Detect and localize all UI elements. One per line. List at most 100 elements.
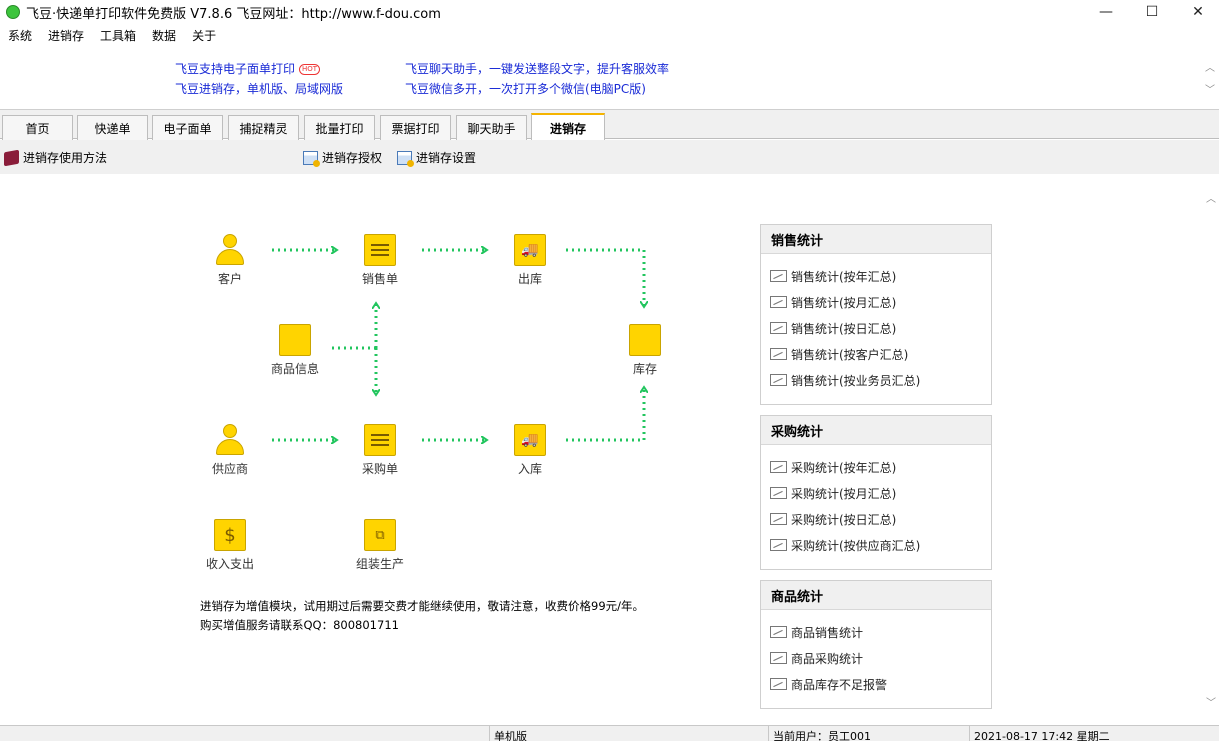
menu-inventory[interactable]: 进销存: [40, 27, 92, 44]
toolbar: 进销存使用方法 进销存授权 进销存设置: [0, 140, 1219, 174]
app-logo-icon: [6, 5, 20, 19]
sales-stat-salesperson[interactable]: 销售统计(按业务员汇总): [761, 367, 991, 393]
close-button[interactable]: ✕: [1175, 0, 1219, 24]
sales-stats-panel: 销售统计 销售统计(按年汇总) 销售统计(按月汇总) 销售统计(按日汇总) 销售…: [760, 224, 992, 405]
inventory-label: 库存: [632, 362, 657, 376]
node-customer[interactable]: 客户: [185, 234, 275, 287]
supplier-icon: [214, 424, 246, 456]
status-datetime: 2021-08-17 17:42 星期二: [969, 726, 1219, 741]
ad-link-chat[interactable]: 飞豆聊天助手，一键发送整段文字，提升客服效率: [405, 60, 669, 77]
tab-home[interactable]: 首页: [2, 115, 73, 140]
sales-stat-yearly[interactable]: 销售统计(按年汇总): [761, 263, 991, 289]
contact-notice: 购买增值服务请联系QQ：800801711: [200, 618, 399, 632]
book-icon: [4, 149, 19, 166]
purchase-order-label: 采购单: [361, 462, 398, 476]
chart-icon: [770, 461, 787, 473]
product-box-icon: [279, 324, 311, 356]
guide-button[interactable]: 进销存使用方法: [4, 149, 107, 166]
assembly-icon: ⧉: [364, 519, 396, 551]
sales-order-icon: [364, 234, 396, 266]
chart-icon: [770, 487, 787, 499]
node-income-expense[interactable]: $ 收入支出: [185, 519, 275, 572]
window-title: 飞豆·快递单打印软件免费版 V7.8.6 飞豆网址：http://www.f-d…: [26, 6, 441, 22]
ad-banner: 飞豆支持电子面单打印 HOT 飞豆进销存，单机版、局域网版 飞豆聊天助手，一键发送…: [0, 47, 1219, 109]
menu-toolbox[interactable]: 工具箱: [92, 27, 144, 44]
node-inventory[interactable]: 库存: [600, 324, 690, 377]
chart-icon: [770, 296, 787, 308]
customer-icon: [214, 234, 246, 266]
ad-scroll-down-icon[interactable]: ﹀: [1203, 81, 1217, 96]
tab-express[interactable]: 快递单: [77, 115, 148, 140]
main-panel: 客户 销售单 🚚 出库 商品信息 库存 供应商 采购单 🚚 入库 $ 收入支出 …: [0, 174, 1201, 725]
node-purchase-order[interactable]: 采购单: [335, 424, 425, 477]
hot-badge: HOT: [299, 64, 321, 75]
purchase-stat-daily[interactable]: 采购统计(按日汇总): [761, 506, 991, 532]
product-stats-title: 商品统计: [761, 581, 991, 610]
chart-icon: [770, 322, 787, 334]
menu-data[interactable]: 数据: [144, 27, 184, 44]
scroll-down-icon[interactable]: ﹀: [1203, 694, 1219, 709]
tab-chat-helper[interactable]: 聊天助手: [456, 115, 527, 140]
scroll-up-icon[interactable]: ︿: [1203, 190, 1219, 205]
status-bar: 单机版 当前用户：员工001 2021-08-17 17:42 星期二: [0, 725, 1219, 741]
chart-icon: [770, 626, 787, 638]
chart-icon: [770, 539, 787, 551]
ad-link-wechat[interactable]: 飞豆微信多开，一次打开多个微信(电脑PC版): [405, 80, 646, 97]
pricing-notice: 进销存为增值模块，试用期过后需要交费才能继续使用，敬请注意，收费价格99元/年。: [200, 599, 645, 613]
income-expense-label: 收入支出: [205, 557, 254, 571]
menu-bar: 系统 进销存 工具箱 数据 关于: [0, 24, 1219, 46]
node-inbound[interactable]: 🚚 入库: [485, 424, 575, 477]
ad-link-eorder[interactable]: 飞豆支持电子面单打印 HOT: [175, 60, 321, 77]
minimize-button[interactable]: —: [1083, 0, 1129, 24]
arrow-outbound-inventory: [566, 248, 644, 306]
customer-label: 客户: [217, 272, 242, 286]
truck-in-icon: 🚚: [514, 424, 546, 456]
ad-link-inventory[interactable]: 飞豆进销存，单机版、局域网版: [175, 80, 343, 97]
chart-icon: [770, 270, 787, 282]
chart-icon: [770, 374, 787, 386]
guide-label: 进销存使用方法: [23, 151, 108, 165]
arrow-inbound-inventory: [566, 388, 644, 442]
product-stat-sales[interactable]: 商品销售统计: [761, 619, 991, 645]
node-sales-order[interactable]: 销售单: [335, 234, 425, 287]
chart-icon: [770, 652, 787, 664]
dollar-icon: $: [214, 519, 246, 551]
node-supplier[interactable]: 供应商: [185, 424, 275, 477]
tab-e-waybill[interactable]: 电子面单: [152, 115, 223, 140]
product-stats-panel: 商品统计 商品销售统计 商品采购统计 商品库存不足报警: [760, 580, 992, 709]
tab-capture[interactable]: 捕捉精灵: [228, 115, 299, 140]
sales-stat-customer[interactable]: 销售统计(按客户汇总): [761, 341, 991, 367]
ad-scroll-up-icon[interactable]: ︿: [1203, 59, 1217, 74]
supplier-label: 供应商: [211, 462, 248, 476]
purchase-order-icon: [364, 424, 396, 456]
purchase-stat-yearly[interactable]: 采购统计(按年汇总): [761, 454, 991, 480]
chart-icon: [770, 348, 787, 360]
sales-stat-daily[interactable]: 销售统计(按日汇总): [761, 315, 991, 341]
product-stat-purchase[interactable]: 商品采购统计: [761, 645, 991, 671]
node-assembly[interactable]: ⧉ 组装生产: [335, 519, 425, 572]
assembly-label: 组装生产: [355, 557, 404, 571]
license-button[interactable]: 进销存授权: [303, 149, 382, 167]
status-empty: [0, 726, 489, 741]
tab-inventory[interactable]: 进销存: [531, 113, 605, 141]
license-icon: [303, 150, 320, 167]
settings-icon: [397, 150, 414, 167]
settings-button[interactable]: 进销存设置: [397, 149, 477, 167]
tab-batch-print[interactable]: 批量打印: [304, 115, 375, 140]
node-product-info[interactable]: 商品信息: [250, 324, 340, 377]
tab-receipt-print[interactable]: 票据打印: [380, 115, 451, 140]
settings-label: 进销存设置: [416, 151, 477, 165]
status-edition: 单机版: [489, 726, 768, 741]
maximize-button[interactable]: ☐: [1129, 0, 1175, 24]
product-stat-low-stock[interactable]: 商品库存不足报警: [761, 671, 991, 697]
menu-system[interactable]: 系统: [0, 27, 40, 44]
purchase-stat-supplier[interactable]: 采购统计(按供应商汇总): [761, 532, 991, 558]
sales-stat-monthly[interactable]: 销售统计(按月汇总): [761, 289, 991, 315]
purchase-stat-monthly[interactable]: 采购统计(按月汇总): [761, 480, 991, 506]
vertical-scrollbar[interactable]: ︿ ﹀: [1203, 174, 1219, 725]
truck-out-icon: 🚚: [514, 234, 546, 266]
node-outbound[interactable]: 🚚 出库: [485, 234, 575, 287]
menu-about[interactable]: 关于: [184, 27, 224, 44]
purchase-stats-title: 采购统计: [761, 416, 991, 445]
tab-bar: 首页 快递单 电子面单 捕捉精灵 批量打印 票据打印 聊天助手 进销存: [0, 109, 1219, 141]
